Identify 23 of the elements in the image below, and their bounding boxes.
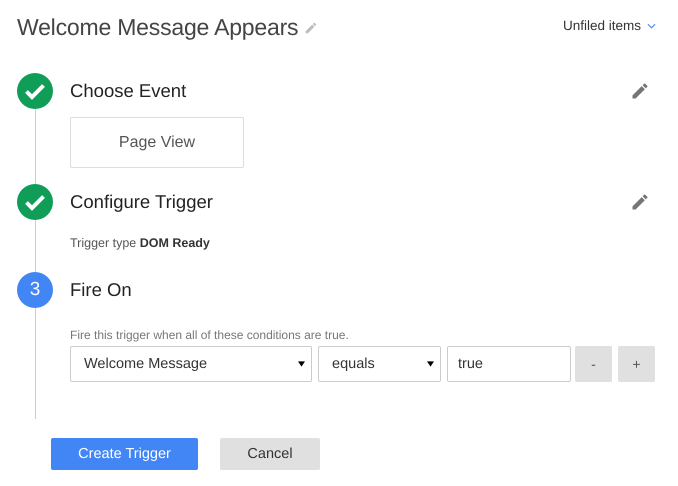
chevron-icon <box>647 22 656 28</box>
operator-select[interactable]: equals <box>318 346 441 382</box>
value-input[interactable]: true <box>447 346 571 382</box>
trigger-title: Welcome Message Appears <box>17 14 298 41</box>
step-title: Configure Trigger <box>70 191 213 213</box>
step-title: Fire On <box>70 279 132 301</box>
conditions-hint: Fire this trigger when all of these conditions are true. <box>70 328 350 342</box>
check-circle-icon <box>17 73 53 109</box>
pencil-icon[interactable] <box>630 81 650 101</box>
check-circle-icon <box>17 184 53 220</box>
add-condition-button[interactable]: + <box>618 346 655 382</box>
pencil-icon[interactable] <box>630 192 650 212</box>
cancel-button[interactable]: Cancel <box>220 438 320 470</box>
step-title: Choose Event <box>70 80 186 102</box>
remove-condition-button[interactable]: - <box>575 346 612 382</box>
create-trigger-button[interactable]: Create Trigger <box>51 438 198 470</box>
step-number: 3 <box>17 272 53 308</box>
event-type-button[interactable]: Page View <box>70 117 244 168</box>
folder-dropdown[interactable]: Unfiled items <box>562 14 656 33</box>
variable-select[interactable]: Welcome Message <box>70 346 312 382</box>
dropdown-arrow-icon <box>298 361 305 367</box>
trigger-type-text: Trigger type DOM Ready <box>70 236 211 250</box>
dropdown-arrow-icon <box>427 361 434 367</box>
